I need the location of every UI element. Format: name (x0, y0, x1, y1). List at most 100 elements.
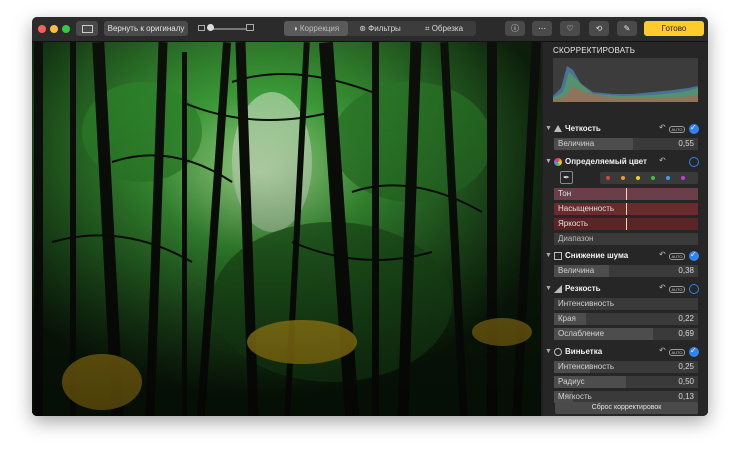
sharpen-wedge-icon (554, 285, 562, 293)
sharpen-title: Резкость (565, 284, 601, 293)
crop-icon: ⌗ (424, 24, 430, 33)
expand-chevron-icon[interactable]: ▼ (545, 348, 552, 355)
histogram (553, 58, 698, 102)
sharpness-title: Четкость (565, 124, 601, 133)
eyedropper-icon: ✒ (563, 173, 570, 182)
tab-filters[interactable]: ⊛ Фильтры (348, 21, 412, 36)
vignette-radius-slider[interactable]: Радиус 0,50 (554, 376, 698, 388)
auto-button[interactable]: AUTO (669, 286, 685, 293)
rotate-button[interactable]: ⟲ (589, 21, 609, 36)
slider-label: Интенсивность (558, 299, 615, 308)
noise-reduction-title: Снижение шума (565, 251, 629, 260)
edited-photo[interactable] (32, 42, 541, 416)
adjustments-panel: СКОРРЕКТИРОВАТЬ ▼ Четкость ↶ AUTO Величи… (543, 42, 708, 416)
slider-marker (626, 218, 627, 230)
hue-slider[interactable]: Тон (554, 188, 698, 200)
sharpness-enabled-checkbox[interactable] (689, 123, 699, 134)
slider-value: 0,22 (678, 314, 694, 323)
photos-edit-window: Вернуть к оригиналу ◑ Коррекция ⊛ Фильтр… (32, 17, 708, 416)
undo-icon[interactable]: ↶ (659, 250, 666, 259)
eyedropper-button[interactable]: ✒ (560, 171, 573, 184)
more-button[interactable]: ⋯ (532, 21, 552, 36)
sharpness-amount-slider[interactable]: Величина 0,55 (554, 138, 698, 150)
auto-enhance-button[interactable]: ✎ (617, 21, 637, 36)
vignette-intensity-slider[interactable]: Интенсивность 0,25 (554, 361, 698, 373)
color-wheel-icon (554, 158, 562, 166)
expand-chevron-icon[interactable]: ▼ (545, 125, 552, 132)
color-swatch-bar (600, 172, 698, 184)
luminance-slider[interactable]: Яркость (554, 218, 698, 230)
favorite-button[interactable]: ♡ (560, 21, 580, 36)
forest-photo-image (32, 42, 541, 416)
noise-enabled-checkbox[interactable] (689, 250, 699, 261)
selective-color-section-header[interactable]: ▼ Определяемый цвет ↶ (543, 155, 708, 169)
tab-crop[interactable]: ⌗ Обрезка (412, 21, 476, 36)
slider-value: 0,38 (678, 266, 694, 275)
slider-value: 0,69 (678, 329, 694, 338)
reset-adjustments-button[interactable]: Сброс корректировок (555, 402, 698, 414)
triangle-icon (554, 125, 562, 132)
edit-mode-tabs: ◑ Коррекция ⊛ Фильтры ⌗ Обрезка (284, 21, 476, 36)
undo-icon[interactable]: ↶ (659, 123, 666, 132)
expand-chevron-icon[interactable]: ▼ (545, 158, 552, 165)
swatch-orange[interactable] (621, 176, 625, 180)
expand-chevron-icon[interactable]: ▼ (545, 252, 552, 259)
vignette-section-header[interactable]: ▼ Виньетка ↶ AUTO (543, 345, 708, 359)
sharpen-edges-slider[interactable]: Края 0,22 (554, 313, 698, 325)
slider-label: Величина (558, 266, 595, 275)
noise-amount-slider[interactable]: Величина 0,38 (554, 265, 698, 277)
tab-adjust[interactable]: ◑ Коррекция (284, 21, 348, 36)
auto-button[interactable]: AUTO (669, 126, 685, 133)
revert-to-original-button[interactable]: Вернуть к оригиналу (104, 21, 188, 36)
done-button[interactable]: Готово (644, 21, 704, 36)
range-slider[interactable]: Диапазон (554, 233, 698, 245)
slider-label: Величина (558, 139, 595, 148)
swatch-yellow[interactable] (636, 176, 640, 180)
slider-label: Радиус (558, 377, 585, 386)
saturation-slider[interactable]: Насыщенность (554, 203, 698, 215)
swatch-blue[interactable] (666, 176, 670, 180)
favorite-heart-icon: ♡ (566, 24, 574, 33)
large-photo-icon (246, 24, 254, 31)
noise-grid-icon (554, 252, 562, 260)
sharpen-intensity-slider[interactable]: Интенсивность (554, 298, 698, 310)
histogram-graph (553, 66, 698, 102)
noise-reduction-section-header[interactable]: ▼ Снижение шума ↶ AUTO (543, 249, 708, 263)
rotate-icon: ⟲ (595, 24, 603, 33)
slider-marker (626, 188, 627, 200)
slider-label: Насыщенность (558, 204, 615, 213)
compare-toggle-button[interactable] (76, 21, 98, 36)
slider-label: Ослабление (558, 329, 605, 338)
slider-label: Края (558, 314, 576, 323)
sharpen-falloff-slider[interactable]: Ослабление 0,69 (554, 328, 698, 340)
vignette-enabled-checkbox[interactable] (689, 346, 699, 357)
swatch-red[interactable] (606, 176, 610, 180)
slider-label: Интенсивность (558, 362, 615, 371)
auto-button[interactable]: AUTO (669, 253, 685, 260)
slider-value: 0,25 (678, 362, 694, 371)
undo-icon[interactable]: ↶ (659, 346, 666, 355)
auto-button[interactable]: AUTO (669, 349, 685, 356)
info-button[interactable]: ⓘ (505, 21, 525, 36)
selective-color-enabled-checkbox[interactable] (689, 157, 699, 167)
undo-icon[interactable]: ↶ (659, 156, 666, 165)
zoom-window-button[interactable] (62, 25, 70, 33)
tab-adjust-label: Коррекция (299, 24, 340, 33)
slider-value: 0,50 (678, 377, 694, 386)
close-window-button[interactable] (38, 25, 46, 33)
swatch-magenta[interactable] (681, 176, 685, 180)
sharpen-section-header[interactable]: ▼ Резкость ↶ AUTO (543, 282, 708, 296)
zoom-slider-track[interactable] (210, 28, 246, 30)
undo-icon[interactable]: ↶ (659, 283, 666, 292)
sharpness-section-header[interactable]: ▼ Четкость ↶ AUTO (543, 122, 708, 136)
zoom-slider-knob[interactable] (207, 24, 214, 31)
edit-toolbar: Вернуть к оригиналу ◑ Коррекция ⊛ Фильтр… (32, 17, 708, 42)
sharpen-enabled-checkbox[interactable] (689, 284, 699, 294)
magic-wand-icon: ✎ (623, 24, 631, 33)
small-photo-icon (198, 25, 205, 31)
swatch-green[interactable] (651, 176, 655, 180)
tab-filters-label: Фильтры (368, 24, 401, 33)
minimize-window-button[interactable] (50, 25, 58, 33)
expand-chevron-icon[interactable]: ▼ (545, 285, 552, 292)
tab-crop-label: Обрезка (431, 24, 464, 33)
